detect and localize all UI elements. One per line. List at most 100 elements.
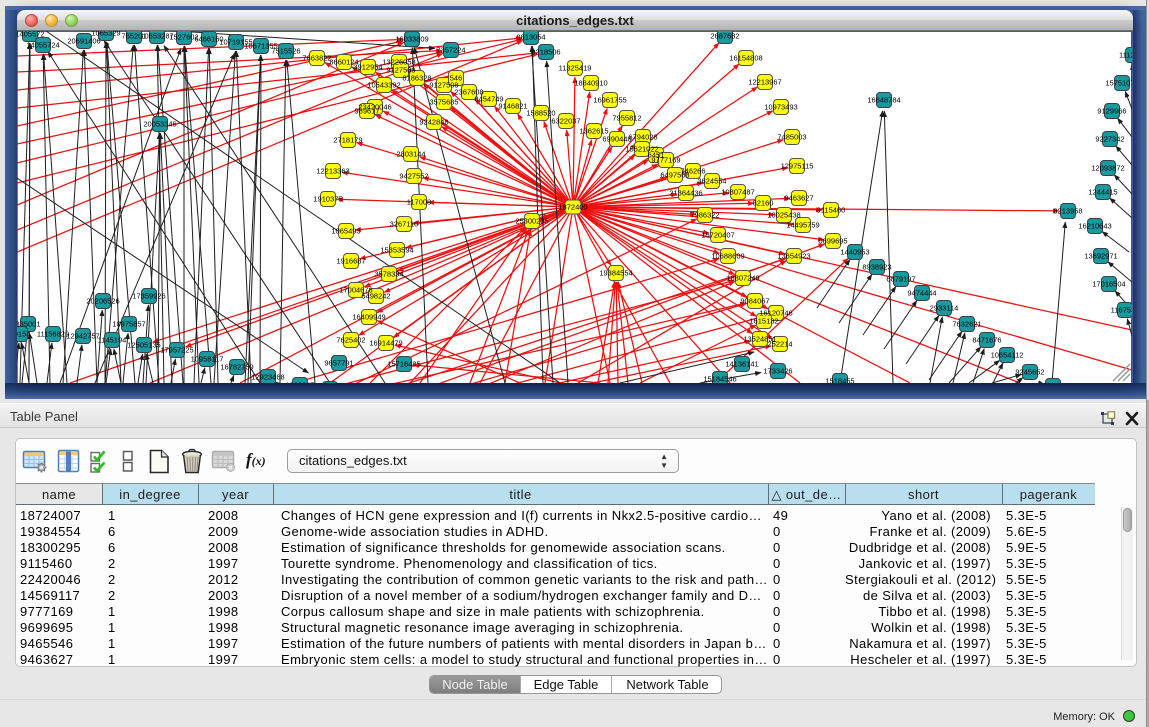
svg-text:6990448: 6990448 (602, 135, 631, 144)
svg-text:14055724: 14055724 (26, 41, 59, 50)
svg-text:2803144: 2803144 (396, 150, 425, 159)
svg-text:952410: 952410 (317, 385, 342, 394)
svg-text:10958117: 10958117 (191, 355, 224, 364)
svg-text:10973493: 10973493 (764, 103, 797, 112)
svg-text:1872400: 1872400 (558, 203, 587, 212)
svg-text:17957225: 17957225 (160, 346, 193, 355)
svg-text:1167533: 1167533 (1111, 306, 1140, 315)
svg-text:2718179: 2718179 (333, 136, 362, 145)
svg-text:16210643: 16210643 (1078, 222, 1111, 231)
svg-text:62160: 62160 (753, 199, 774, 208)
svg-text:1916687: 1916687 (336, 257, 365, 266)
svg-text:3912954: 3912954 (353, 63, 382, 72)
svg-text:0699695: 0699695 (818, 237, 847, 246)
svg-text:15353594: 15353594 (380, 246, 413, 255)
svg-text:6794028: 6794028 (628, 133, 657, 142)
svg-text:15751074: 15751074 (1105, 79, 1138, 88)
svg-text:252214: 252214 (767, 340, 792, 349)
svg-text:546: 546 (450, 74, 463, 83)
svg-text:15720407: 15720407 (701, 231, 734, 240)
svg-text:18807249: 18807249 (726, 274, 759, 283)
svg-text:25300235: 25300235 (515, 217, 548, 226)
svg-text:1405572: 1405572 (15, 30, 44, 39)
svg-text:835001: 835001 (15, 320, 40, 329)
svg-text:3578334: 3578334 (374, 270, 403, 279)
svg-text:13692971: 13692971 (1084, 252, 1117, 261)
svg-text:13654923: 13654923 (777, 252, 810, 261)
svg-text:7357224: 7357224 (436, 46, 465, 55)
svg-text:2933114: 2933114 (930, 304, 959, 313)
svg-text:12923468: 12923468 (251, 373, 284, 382)
svg-text:1145194: 1145194 (98, 336, 127, 345)
svg-text:9115460: 9115460 (817, 206, 846, 215)
svg-text:9242848: 9242848 (419, 118, 448, 127)
svg-text:20691406: 20691406 (67, 37, 100, 46)
svg-text:16648784: 16648784 (867, 96, 900, 105)
svg-text:9218506: 9218506 (531, 48, 560, 57)
svg-text:8213958: 8213958 (1053, 207, 1082, 216)
svg-text:7955812: 7955812 (612, 114, 641, 123)
svg-text:1615132: 1615132 (749, 317, 778, 326)
svg-text:14136141: 14136141 (725, 360, 758, 369)
svg-text:3624554: 3624554 (697, 177, 726, 186)
svg-text:8471676: 8471676 (972, 336, 1001, 345)
svg-text:1518455: 1518455 (825, 377, 854, 386)
svg-text:1112841: 1112841 (1119, 51, 1147, 60)
svg-text:17004678: 17004678 (339, 286, 372, 295)
svg-text:39154: 39154 (10, 330, 31, 339)
svg-text:12505135: 12505135 (127, 341, 160, 350)
svg-text:7625402: 7625402 (336, 336, 365, 345)
svg-text:16409949: 16409949 (352, 313, 385, 322)
svg-text:12213967: 12213967 (748, 78, 781, 87)
svg-text:3267110: 3267110 (390, 220, 419, 229)
svg-text:3575685: 3575685 (429, 98, 458, 107)
svg-text:9245652: 9245652 (1015, 368, 1044, 377)
svg-text:9474444: 9474444 (907, 289, 936, 298)
svg-text:1065329: 1065329 (91, 29, 120, 38)
svg-text:10975857: 10975857 (112, 320, 145, 329)
svg-text:10025438: 10025438 (767, 211, 800, 220)
svg-text:12942757: 12942757 (66, 332, 99, 341)
svg-text:7485003: 7485003 (777, 133, 806, 142)
svg-text:7663822: 7663822 (302, 54, 331, 63)
svg-text:117008: 117008 (407, 198, 431, 207)
svg-text:9146821: 9146821 (498, 102, 527, 111)
svg-text:1440953: 1440953 (840, 248, 869, 257)
svg-text:12213363: 12213363 (316, 167, 349, 176)
svg-text:989617: 989617 (354, 107, 379, 116)
svg-text:746266: 746266 (680, 167, 705, 176)
svg-text:9657791: 9657791 (324, 359, 353, 368)
svg-text:16914479: 16914479 (369, 339, 402, 348)
svg-text:21364436: 21364436 (669, 189, 702, 198)
svg-text:10543392: 10543392 (367, 81, 400, 90)
svg-text:1910375: 1910375 (313, 195, 342, 204)
svg-text:15184546: 15184546 (703, 375, 736, 384)
svg-text:20206526: 20206526 (86, 297, 119, 306)
svg-text:7632621: 7632621 (952, 320, 981, 329)
svg-text:1065493: 1065493 (331, 227, 360, 236)
svg-text:10807487: 10807487 (721, 188, 754, 197)
svg-text:1244415: 1244415 (1088, 188, 1117, 197)
svg-text:9427552: 9427552 (399, 172, 428, 181)
svg-text:9463627: 9463627 (784, 194, 813, 203)
svg-text:16033809: 16033809 (395, 35, 428, 44)
svg-text:16154808: 16154808 (729, 54, 762, 63)
svg-text:20053346: 20053346 (143, 120, 176, 129)
svg-text:9227342: 9227342 (1095, 135, 1124, 144)
svg-text:9084067: 9084067 (740, 297, 769, 306)
svg-text:17016504: 17016504 (1092, 280, 1125, 289)
svg-text:9129966: 9129966 (1097, 107, 1126, 116)
svg-text:15716485: 15716485 (387, 360, 420, 369)
svg-text:16782759: 16782759 (220, 363, 253, 372)
svg-text:10654112: 10654112 (991, 351, 1024, 360)
svg-text:16961755: 16961755 (593, 96, 626, 105)
svg-text:1292347: 1292347 (285, 381, 314, 390)
svg-text:19384554: 19384554 (599, 269, 632, 278)
svg-text:2687682: 2687682 (710, 32, 739, 41)
svg-text:8813054: 8813054 (516, 33, 545, 42)
svg-text:6879197: 6879197 (886, 275, 915, 284)
svg-text:1733426: 1733426 (763, 367, 792, 376)
svg-text:14495759: 14495759 (786, 221, 819, 230)
svg-text:7515526: 7515526 (271, 47, 300, 56)
svg-text:8186328: 8186328 (402, 74, 431, 83)
